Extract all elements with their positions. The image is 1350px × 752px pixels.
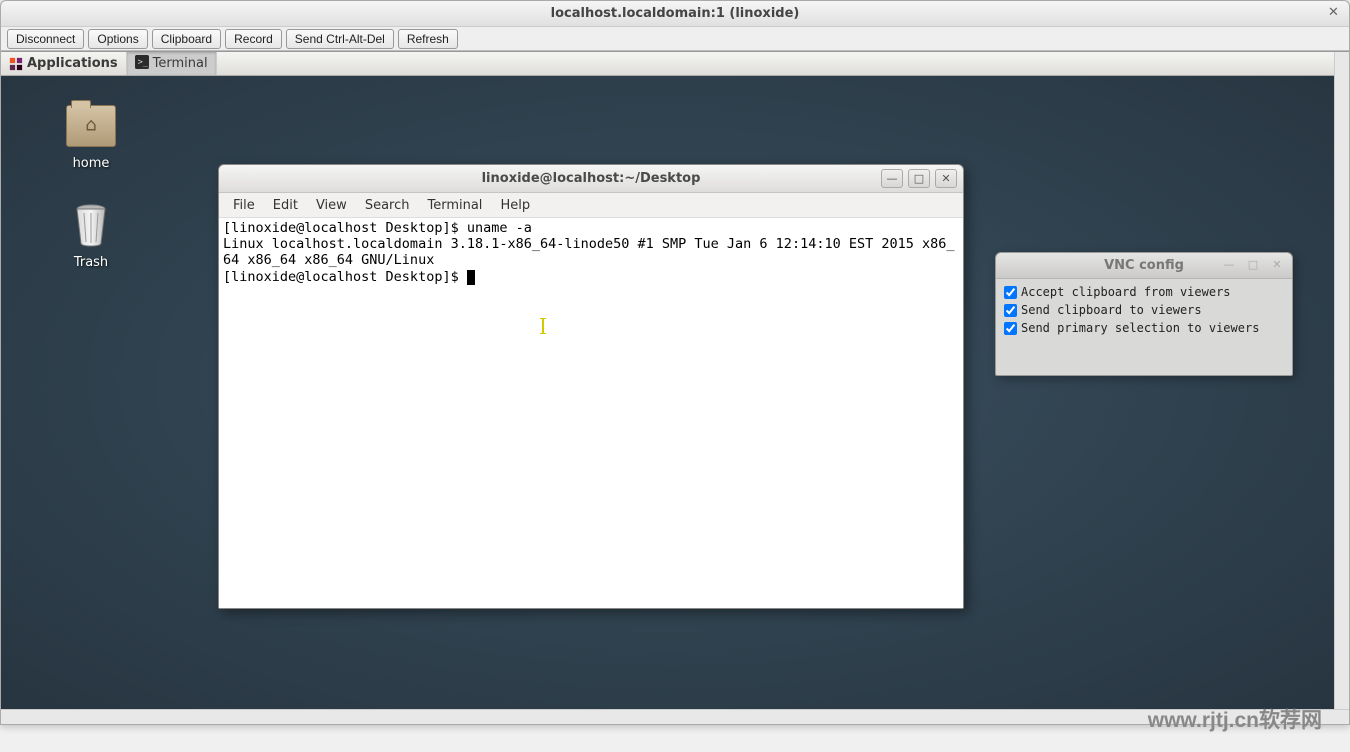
checkbox-send-clipboard[interactable]: Send clipboard to viewers (1004, 303, 1284, 317)
close-icon[interactable]: ✕ (935, 169, 957, 188)
vnc-client-titlebar[interactable]: localhost.localdomain:1 (linoxide) ✕ (1, 1, 1349, 27)
terminal-menubar: File Edit View Search Terminal Help (219, 193, 963, 218)
checkbox-label: Send clipboard to viewers (1021, 303, 1202, 317)
options-button[interactable]: Options (88, 29, 147, 49)
checkbox-send-primary[interactable]: Send primary selection to viewers (1004, 321, 1284, 335)
minimize-icon[interactable]: — (881, 169, 903, 188)
text-cursor-icon (540, 318, 546, 334)
vnc-config-body: Accept clipboard from viewers Send clipb… (996, 279, 1292, 375)
vnc-toolbar: Disconnect Options Clipboard Record Send… (1, 27, 1349, 51)
vnc-config-title: VNC config (1104, 258, 1184, 273)
terminal-icon: >_ (135, 55, 149, 73)
vnc-config-window-controls: — □ ✕ (1220, 258, 1286, 274)
maximize-icon[interactable]: □ (908, 169, 930, 188)
terminal-body[interactable]: [linoxide@localhost Desktop]$ uname -a L… (219, 218, 963, 608)
scrollbar-vertical[interactable] (1334, 52, 1349, 709)
terminal-cursor (467, 270, 475, 285)
minimize-icon[interactable]: — (1220, 258, 1238, 274)
terminal-line-2: Linux localhost.localdomain 3.18.1-x86_6… (223, 236, 955, 268)
terminal-window-controls: — □ ✕ (881, 169, 957, 188)
terminal-title: linoxide@localhost:~/Desktop (482, 171, 701, 186)
vnc-config-window[interactable]: VNC config — □ ✕ Accept clipboard from v… (995, 252, 1293, 376)
trash-label: Trash (74, 255, 108, 270)
vnc-client-title: localhost.localdomain:1 (linoxide) (551, 6, 800, 21)
terminal-line-1: [linoxide@localhost Desktop]$ uname -a (223, 220, 532, 236)
trash-icon (65, 201, 117, 249)
checkbox-accept-clipboard[interactable]: Accept clipboard from viewers (1004, 285, 1284, 299)
home-label: home (73, 156, 110, 171)
close-icon[interactable]: ✕ (1326, 6, 1341, 21)
taskbar-terminal[interactable]: >_ Terminal (127, 52, 217, 75)
remote-desktop-wrapper: Applications >_ Terminal ⌂ (1, 51, 1349, 709)
applications-label: Applications (27, 56, 118, 71)
disconnect-button[interactable]: Disconnect (7, 29, 84, 49)
remote-desktop[interactable]: Applications >_ Terminal ⌂ (1, 52, 1334, 709)
terminal-prompt: [linoxide@localhost Desktop]$ (223, 269, 467, 285)
terminal-window[interactable]: linoxide@localhost:~/Desktop — □ ✕ File … (218, 164, 964, 609)
menu-edit[interactable]: Edit (265, 195, 306, 216)
clipboard-button[interactable]: Clipboard (152, 29, 221, 49)
record-button[interactable]: Record (225, 29, 282, 49)
menu-terminal[interactable]: Terminal (419, 195, 490, 216)
checkbox-input[interactable] (1004, 304, 1017, 317)
home-folder[interactable]: ⌂ home (31, 102, 151, 171)
maximize-icon[interactable]: □ (1244, 258, 1262, 274)
trash[interactable]: Trash (31, 201, 151, 270)
menu-help[interactable]: Help (492, 195, 538, 216)
vnc-config-titlebar[interactable]: VNC config — □ ✕ (996, 253, 1292, 279)
folder-icon: ⌂ (65, 102, 117, 150)
menu-view[interactable]: View (308, 195, 355, 216)
refresh-button[interactable]: Refresh (398, 29, 458, 49)
menu-file[interactable]: File (225, 195, 263, 216)
close-icon[interactable]: ✕ (1268, 258, 1286, 274)
applications-icon (9, 57, 23, 71)
desktop-panel: Applications >_ Terminal (1, 52, 1334, 76)
watermark: www.rjtj.cn软荐网 (1148, 704, 1322, 734)
svg-text:>_: >_ (137, 57, 148, 67)
send-ctrl-alt-del-button[interactable]: Send Ctrl-Alt-Del (286, 29, 394, 49)
applications-menu[interactable]: Applications (1, 52, 127, 75)
vnc-client-window: localhost.localdomain:1 (linoxide) ✕ Dis… (0, 0, 1350, 725)
checkbox-label: Accept clipboard from viewers (1021, 285, 1231, 299)
checkbox-label: Send primary selection to viewers (1021, 321, 1259, 335)
terminal-titlebar[interactable]: linoxide@localhost:~/Desktop — □ ✕ (219, 165, 963, 193)
checkbox-input[interactable] (1004, 286, 1017, 299)
checkbox-input[interactable] (1004, 322, 1017, 335)
taskbar-terminal-label: Terminal (153, 56, 208, 71)
desktop-icons: ⌂ home (31, 102, 151, 270)
menu-search[interactable]: Search (357, 195, 418, 216)
